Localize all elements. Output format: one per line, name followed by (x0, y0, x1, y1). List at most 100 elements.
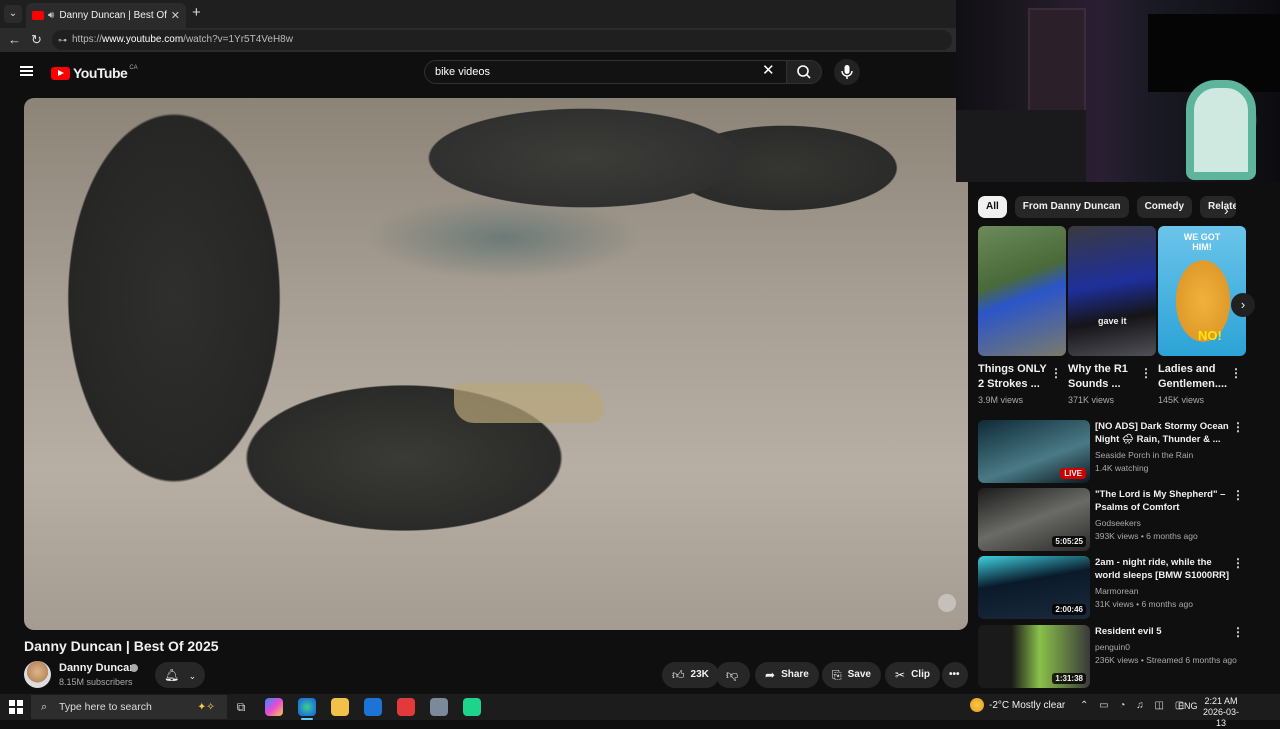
voice-search-button[interactable] (834, 59, 860, 85)
thumbs-down-icon: 👎︎ (726, 668, 739, 682)
shorts-card[interactable]: WE GOT HIM! NO! Ladies and Gentlemen....… (1158, 226, 1246, 405)
weather-widget[interactable]: -2°C Mostly clear (970, 698, 1065, 712)
subscriber-count: 8.15M subscribers (59, 677, 133, 687)
scissors-icon: ✂ (895, 668, 906, 682)
shorts-card[interactable]: Things ONLY 2 Strokes ... 3.9M views ⋮ (978, 226, 1066, 405)
duration-badge: 5:05:25 (1052, 536, 1086, 547)
video-item-title[interactable]: 2am - night ride, while the world sleeps… (1095, 556, 1230, 582)
more-vert-icon[interactable]: ⋮ (1232, 625, 1244, 639)
video-item-meta: 31K views • 6 months ago (1095, 599, 1193, 609)
shorts-views: 371K views (1068, 395, 1115, 405)
more-vert-icon[interactable]: ⋮ (1232, 420, 1244, 434)
windows-taskbar: ⌕ Type here to search ✦✧ ⧉ -2°C Mostly c… (0, 694, 1280, 728)
video-item-title[interactable]: [NO ADS] Dark Stormy Ocean Night 🌧 Rain,… (1095, 420, 1230, 446)
windows-start-icon[interactable] (9, 700, 23, 714)
edge-browser-icon[interactable] (298, 698, 316, 720)
chip-all[interactable]: All (978, 196, 1007, 218)
clip-label: Clip (911, 669, 930, 680)
app-icon[interactable] (463, 698, 481, 716)
chevron-right-icon[interactable]: › (1224, 202, 1229, 218)
chip-from-channel[interactable]: From Danny Duncan (1014, 196, 1129, 218)
back-arrow-icon[interactable]: ← (8, 32, 21, 47)
webcam-desk (956, 110, 1086, 182)
system-tray-icons[interactable]: ⌃ ▭ ◔ ♫ ◫ ▢ (1080, 700, 1188, 711)
url-domain: www.youtube.com (102, 34, 184, 45)
shorts-title[interactable]: Why the R1 Sounds ... (1068, 362, 1138, 392)
shorts-card[interactable]: gave it Why the R1 Sounds ... 371K views… (1068, 226, 1156, 405)
share-arrow-icon: ➦ (765, 668, 776, 682)
task-view-icon[interactable]: ⧉ (232, 698, 250, 716)
video-item-channel[interactable]: Marmorean (1095, 586, 1138, 596)
video-thumbnail[interactable]: 5:05:25 (978, 488, 1090, 551)
webcam-gaming-chair (1186, 80, 1256, 180)
video-thumbnail[interactable]: 2:00:46 (978, 556, 1090, 619)
dislike-button[interactable]: 👎︎ (716, 662, 750, 688)
share-button[interactable]: ➦ Share (755, 662, 819, 688)
more-vert-icon[interactable]: ⋮ (1140, 366, 1152, 380)
more-vert-icon[interactable]: ⋮ (1232, 488, 1244, 502)
youtube-play-icon (51, 66, 70, 80)
hamburger-menu-icon[interactable] (20, 66, 33, 76)
save-button[interactable]: ⎘ Save (822, 662, 881, 688)
recommended-video[interactable]: 5:05:25 "The Lord is My Shepherd" – Psal… (978, 488, 1250, 552)
channel-name[interactable]: Danny Duncan (59, 662, 136, 674)
video-item-meta: 236K views • Streamed 6 months ago (1095, 655, 1237, 665)
more-vert-icon[interactable]: ⋮ (1230, 366, 1242, 380)
more-vert-icon[interactable]: ⋮ (1232, 556, 1244, 570)
search-input[interactable]: bike videos (424, 60, 786, 84)
channel-avatar[interactable] (24, 661, 51, 688)
more-vert-icon[interactable]: ⋮ (1050, 366, 1062, 380)
app-icon[interactable] (430, 698, 448, 716)
shorts-thumbnail[interactable] (978, 226, 1066, 356)
clip-button[interactable]: ✂ Clip (885, 662, 940, 688)
reload-icon[interactable]: ↻ (31, 32, 42, 48)
video-thumbnail[interactable]: LIVE (978, 420, 1090, 483)
chip-comedy[interactable]: Comedy (1136, 196, 1193, 218)
microphone-icon (841, 65, 853, 79)
new-tab-icon[interactable]: + (192, 4, 201, 21)
video-item-channel[interactable]: penguin0 (1095, 642, 1130, 652)
video-item-title[interactable]: "The Lord is My Shepherd" – Psalms of Co… (1095, 488, 1230, 514)
like-button[interactable]: 👍︎ 23K (662, 662, 719, 688)
copilot-icon[interactable] (265, 698, 283, 716)
tab-list-button[interactable]: ⌄ (4, 5, 22, 23)
speaker-icon[interactable]: 🔊︎ (48, 10, 54, 21)
video-item-channel[interactable]: Seaside Porch in the Rain (1095, 450, 1193, 460)
taskbar-clock[interactable]: 2:21 AM 2026-03-13 (1200, 696, 1242, 729)
shorts-thumbnail[interactable]: gave it (1068, 226, 1156, 356)
browser-tab[interactable]: 🔊︎ Danny Duncan | Best Of 2025 ✕ (26, 3, 186, 28)
shorts-title[interactable]: Things ONLY 2 Strokes ... (978, 362, 1048, 392)
channel-watermark-icon[interactable] (938, 594, 956, 612)
recommended-video[interactable]: 2:00:46 2am - night ride, while the worl… (978, 556, 1250, 620)
shorts-title[interactable]: Ladies and Gentlemen.... (1158, 362, 1228, 392)
search-button[interactable] (786, 60, 822, 84)
taskbar-search-box[interactable]: ⌕ Type here to search ✦✧ (31, 695, 227, 719)
youtube-favicon-icon (32, 11, 44, 20)
clear-search-icon[interactable]: ✕ (762, 61, 775, 79)
address-bar-area: ← ↻ ⊶ https://www.youtube.com/watch?v=1Y… (0, 28, 956, 52)
video-item-channel[interactable]: Godseekers (1095, 518, 1141, 528)
clock-date: 2026-03-13 (1202, 707, 1240, 728)
youtube-logo[interactable]: YouTube CA (51, 65, 138, 81)
recommended-video[interactable]: 1:31:38 Resident evil 5 penguin0 236K vi… (978, 625, 1250, 689)
tab-title: Danny Duncan | Best Of 2025 (59, 10, 167, 21)
video-item-title[interactable]: Resident evil 5 (1095, 625, 1230, 638)
chip-related[interactable]: Relate (1200, 196, 1237, 218)
save-label: Save (847, 669, 871, 680)
recommended-video[interactable]: LIVE [NO ADS] Dark Stormy Ocean Night 🌧 … (978, 420, 1250, 484)
video-player[interactable] (24, 98, 968, 630)
mail-icon[interactable] (364, 698, 382, 716)
more-horizontal-icon: ••• (949, 669, 960, 680)
gift-app-icon[interactable] (397, 698, 415, 716)
shorts-thumbnail[interactable]: WE GOT HIM! NO! (1158, 226, 1246, 356)
url-field[interactable]: ⊶ https://www.youtube.com/watch?v=1Yr5T4… (52, 30, 952, 50)
shorts-next-button[interactable]: › (1231, 293, 1255, 317)
webcam-overlay (956, 0, 1280, 182)
input-language[interactable]: ENG (1178, 701, 1198, 711)
notification-bell-button[interactable]: 🔔︎ ⌄ (155, 662, 205, 688)
close-tab-icon[interactable]: ✕ (171, 9, 180, 22)
site-info-icon[interactable]: ⊶ (58, 30, 67, 50)
file-explorer-icon[interactable] (331, 698, 349, 716)
more-actions-button[interactable]: ••• (942, 662, 968, 688)
video-thumbnail[interactable]: 1:31:38 (978, 625, 1090, 688)
